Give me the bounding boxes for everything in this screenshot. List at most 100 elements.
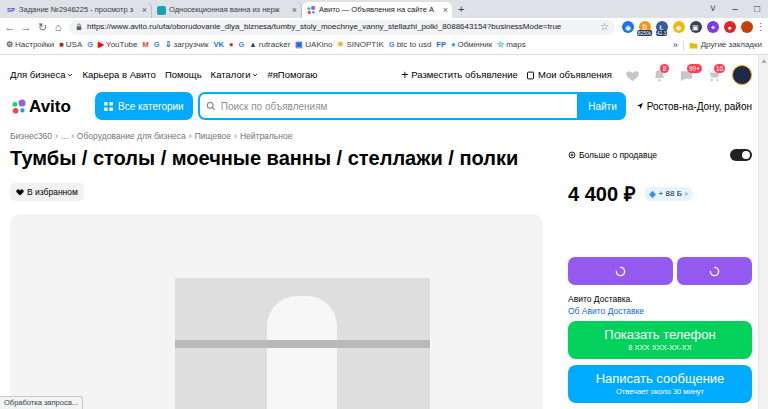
- show-phone-button[interactable]: Показать телефон8 XXX XXX-XX-XX: [568, 321, 752, 359]
- breadcrumb-separator: ›: [234, 130, 237, 143]
- bookmark-favicon: G: [87, 41, 93, 49]
- search-input[interactable]: [221, 99, 572, 114]
- tab-label: Односекционная ванна из нерж: [169, 6, 289, 14]
- breadcrumb[interactable]: Пищевое: [195, 130, 231, 143]
- top-link[interactable]: Помощь: [165, 68, 202, 82]
- browser-tab[interactable]: SPЗадание №2946225 - просмотр з×: [2, 2, 152, 18]
- bookmark-favicon: ●: [451, 41, 456, 49]
- new-tab-button[interactable]: +: [458, 4, 464, 15]
- favicon-icon: [306, 5, 316, 15]
- location-selector[interactable]: Ростов-на-Дону, район: [626, 99, 752, 114]
- breadcrumb[interactable]: Бизнес360: [10, 130, 52, 143]
- write-message-button[interactable]: Написать сообщениеОтвечает около 30 мину…: [568, 365, 752, 403]
- bookmark[interactable]: ●Обмінник: [451, 41, 492, 49]
- browser-tab[interactable]: Односекционная ванна из нерж×: [152, 2, 302, 18]
- header-heart-button[interactable]: [624, 68, 641, 83]
- top-link[interactable]: Каталоги: [211, 68, 259, 82]
- spinner-icon: [615, 266, 626, 277]
- bookmark[interactable]: ▶YouTube: [98, 41, 137, 49]
- bookmark[interactable]: G: [87, 41, 93, 49]
- scrollbar[interactable]: [758, 55, 768, 409]
- extension-button[interactable]: ₿8250k: [637, 20, 652, 35]
- bookmark[interactable]: M: [143, 41, 149, 49]
- bookmark[interactable]: G: [238, 41, 244, 49]
- bookmark[interactable]: ●: [229, 41, 234, 49]
- header-chat-button[interactable]: 99+: [678, 68, 695, 83]
- bookmark[interactable]: ☀SINOPTIK: [337, 41, 383, 49]
- top-link[interactable]: Карьера в Авито: [82, 68, 155, 82]
- bookmark[interactable]: VK: [214, 41, 224, 49]
- delivery-link[interactable]: Об Авито Доставке: [568, 305, 752, 317]
- bookmark[interactable]: ■USA: [59, 41, 82, 49]
- extension-button[interactable]: ◆: [671, 20, 686, 35]
- tab-label: Авито — Объявления на сайте А: [319, 6, 440, 14]
- browser-tab[interactable]: Авито — Объявления на сайте А×: [302, 2, 452, 18]
- bookmark[interactable]: G: [154, 41, 160, 49]
- bookmark[interactable]: ⇩загрузчик: [165, 41, 209, 49]
- video-frame[interactable]: [175, 278, 430, 409]
- bookmark[interactable]: ▲rutracker: [249, 41, 290, 49]
- page-content: Для бизнеса Карьера в Авито Помощь Каталоги…: [0, 55, 758, 409]
- listing-main: Тумбы / столы / моечные ванны / стеллажи…: [10, 146, 543, 409]
- toolbar: ←→↻⌂ https://www.avito.ru/ufa/oborudovani…: [0, 18, 768, 36]
- header-cart-button[interactable]: 16: [705, 68, 722, 83]
- address-field[interactable]: https://www.avito.ru/ufa/oborudovanie_dl…: [69, 20, 615, 35]
- bookmark-favicon: G: [238, 41, 244, 49]
- top-link[interactable]: #яПомогаю: [267, 68, 317, 82]
- breadcrumb[interactable]: ...: [61, 130, 68, 143]
- bookmark-favicon: ▶: [98, 41, 104, 49]
- extension-button[interactable]: ✦: [705, 20, 720, 35]
- bookmark-favicon: ☆: [497, 41, 504, 49]
- tab-close-icon[interactable]: ×: [142, 6, 147, 15]
- bookmark[interactable]: ▣UAKino: [295, 41, 332, 49]
- extension-button[interactable]: Ł42.3: [654, 20, 669, 35]
- post-ad-link[interactable]: +Разместить объявление: [401, 68, 518, 82]
- nav-button[interactable]: →: [19, 22, 33, 33]
- breadcrumb[interactable]: Нейтральное: [240, 130, 293, 143]
- avito-logo[interactable]: Avito: [10, 98, 95, 115]
- bookmark[interactable]: Gbtc to usd: [389, 41, 432, 49]
- favorite-chip[interactable]: В избранном: [10, 183, 84, 201]
- tab-close-icon[interactable]: ×: [292, 6, 297, 15]
- top-link[interactable]: Для бизнеса: [10, 68, 73, 82]
- search-field[interactable]: [198, 92, 580, 120]
- nav-button[interactable]: ←: [3, 22, 17, 33]
- user-avatar[interactable]: [732, 65, 752, 85]
- search-icon: [206, 101, 216, 111]
- browser-menu-button[interactable]: ⋮: [755, 22, 765, 33]
- tab-label: Задание №2946225 - просмотр з: [19, 6, 139, 14]
- notification-badge: 99+: [687, 64, 702, 73]
- breadcrumb[interactable]: Оборудование для бизнеса: [77, 130, 186, 143]
- profile-avatar[interactable]: [741, 21, 753, 33]
- extensions: ◉₿8250kŁ42.3◆▣✦● ⋮: [620, 20, 765, 35]
- bookmark-label: USA: [66, 41, 82, 49]
- buy-button[interactable]: [677, 257, 752, 285]
- window-control-button[interactable]: ˅: [702, 4, 724, 14]
- extension-button[interactable]: ●: [722, 20, 737, 35]
- search-button[interactable]: Найти: [579, 92, 626, 120]
- bookmark[interactable]: ⚙Настройки: [6, 41, 54, 49]
- extension-button[interactable]: ▣: [688, 20, 703, 35]
- tab-bar: SPЗадание №2946225 - просмотр з×Односекц…: [0, 0, 768, 18]
- extension-button[interactable]: ◉: [620, 20, 635, 35]
- buy-button[interactable]: [568, 257, 673, 285]
- bookmark[interactable]: ☆maps: [497, 41, 526, 49]
- seller-toggle[interactable]: [730, 149, 752, 161]
- nav-button[interactable]: ⌂: [51, 22, 65, 33]
- header-bell-button[interactable]: 8: [651, 68, 668, 83]
- categories-button[interactable]: Все категории: [95, 92, 193, 120]
- chevron-down-icon: [252, 72, 258, 78]
- url-text: https://www.avito.ru/ufa/oborudovanie_dl…: [87, 23, 561, 31]
- nav-button[interactable]: ↻: [35, 22, 49, 33]
- tab-close-icon[interactable]: ×: [443, 6, 448, 15]
- my-ads-link[interactable]: Мои объявления: [526, 68, 612, 82]
- bonus-badge[interactable]: + 88 Б: [644, 187, 693, 201]
- window-control-button[interactable]: □: [746, 4, 768, 14]
- bookmark[interactable]: FP: [436, 41, 446, 49]
- bookmarks-more-button[interactable]: »: [673, 41, 678, 50]
- window-control-button[interactable]: –: [724, 4, 746, 14]
- bookmark-star-icon[interactable]: ☆: [600, 22, 609, 32]
- bookmark-favicon: FP: [436, 41, 446, 49]
- other-bookmarks[interactable]: Другие закладки: [683, 41, 762, 50]
- scroll-up-icon: [761, 58, 767, 64]
